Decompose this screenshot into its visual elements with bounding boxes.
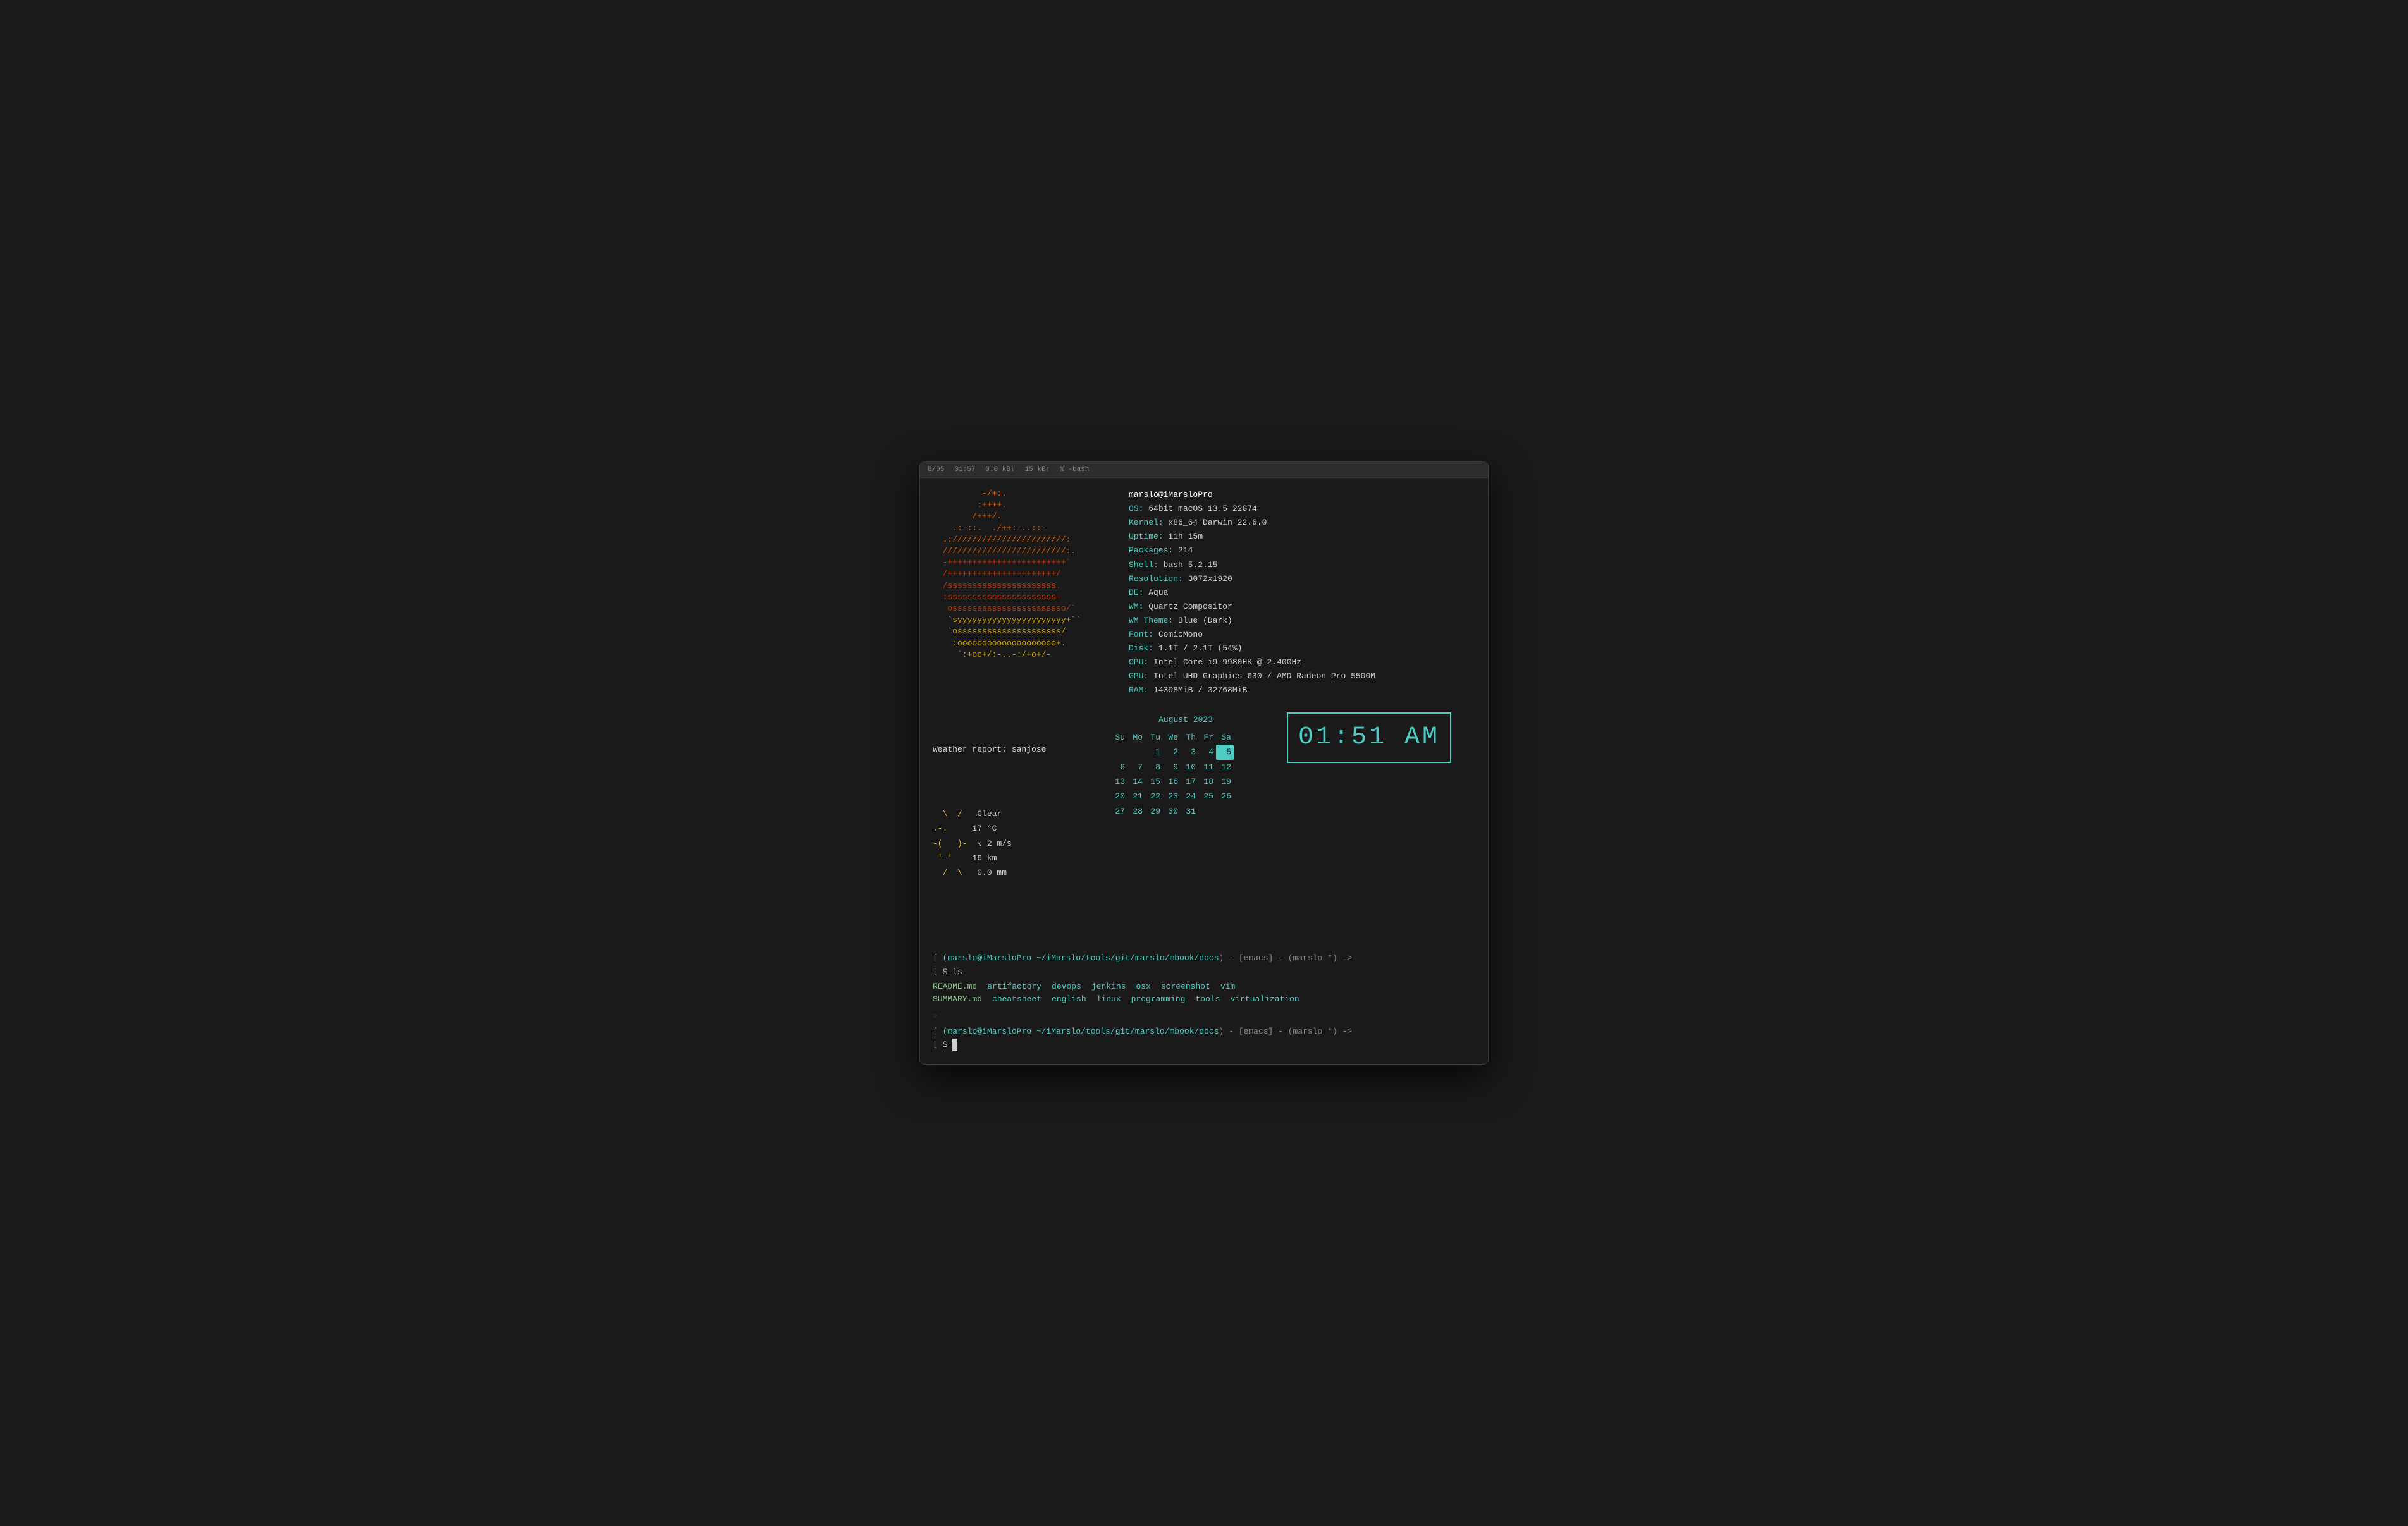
sysinfo: marslo@iMarsloPro OS: 64bit macOS 13.5 2… [1129,488,1375,697]
weather-calendar-section: Weather report: sanjose \ / Clear .-. 17… [933,712,1475,924]
info-resolution: Resolution: 3072x1920 [1129,572,1375,586]
terminal-content: -/+:. :++++. /+++/. .:-::. ./++:-..::- .… [920,478,1488,1064]
info-wm-theme: WM Theme: Blue (Dark) [1129,614,1375,628]
cursor [952,1039,957,1051]
weather-block: Weather report: sanjose \ / Clear .-. 17… [933,712,1110,924]
ls-output: README.md artifactory devops jenkins osx… [933,980,1475,1005]
title-time: 01:57 [954,466,975,473]
clock-block: 01:51 AM [1287,712,1451,763]
prompt-line-1: ⌈ (marslo@iMarsloPro ~/iMarslo/tools/git… [933,952,1475,965]
title-shell: % -bash [1060,466,1089,473]
title-date: 8/05 [928,466,944,473]
ls-row-2: SUMMARY.md cheatsheet english linux prog… [933,993,1475,1006]
title-bar: 8/05 01:57 0.0 kB↓ 15 kB↑ % -bash [920,462,1488,478]
info-wm: WM: Quartz Compositor [1129,600,1375,614]
calendar-days-header: Su Mo Tu We Th Fr Sa [1110,730,1262,745]
weather-rows: \ / Clear .-. 17 °C -( )- ↘ 2 m/s '-' 16… [933,791,1110,895]
info-gpu: GPU: Intel UHD Graphics 630 / AMD Radeon… [1129,669,1375,683]
terminal-window: 8/05 01:57 0.0 kB↓ 15 kB↑ % -bash -/+:. … [919,461,1489,1065]
clock-time: 01:51 [1298,723,1387,752]
cal-row-5: 27 28 29 30 31 [1110,804,1262,819]
clock-display: 01:51 AM [1287,712,1451,763]
separator-2: > [933,1010,1475,1023]
info-shell: Shell: bash 5.2.15 [1129,558,1375,572]
prompt-line-2: ⌈ (marslo@iMarsloPro ~/iMarslo/tools/git… [933,1025,1475,1038]
info-ram: RAM: 14398MiB / 32768MiB [1129,683,1375,697]
separator-1 [933,937,1475,950]
ascii-art: -/+:. :++++. /+++/. .:-::. ./++:-..::- .… [933,488,1110,697]
calendar-header: August 2023 [1110,712,1262,727]
prompt-block-1: ⌈ (marslo@iMarsloPro ~/iMarslo/tools/git… [933,952,1475,978]
cal-row-3: 13 14 15 16 17 18 19 [1110,774,1262,789]
info-disk: Disk: 1.1T / 2.1T (54%) [1129,642,1375,656]
cal-row-4: 20 21 22 23 24 25 26 [1110,789,1262,803]
weather-title: Weather report: sanjose [933,742,1110,757]
neofetch-section: -/+:. :++++. /+++/. .:-::. ./++:-..::- .… [933,488,1475,697]
calendar-block: August 2023 Su Mo Tu We Th Fr Sa 1 2 3 4 [1110,712,1262,819]
info-kernel: Kernel: x86_64 Darwin 22.6.0 [1129,516,1375,530]
title-bar-info: 8/05 01:57 0.0 kB↓ 15 kB↑ % -bash [928,466,1480,473]
cal-row-1: 1 2 3 4 5 [1110,745,1262,759]
clock-period: AM [1404,723,1440,752]
cal-row-2: 6 7 8 9 10 11 12 [1110,760,1262,774]
info-user: marslo@iMarsloPro [1129,488,1375,502]
info-cpu: CPU: Intel Core i9-9980HK @ 2.40GHz [1129,656,1375,669]
prompt-cmd-line-2: ⌊ $ [933,1039,1475,1051]
title-network: 0.0 kB↓ [985,466,1014,473]
info-uptime: Uptime: 11h 15m [1129,530,1375,544]
info-font: Font: ComicMono [1129,628,1375,642]
ls-row-1: README.md artifactory devops jenkins osx… [933,980,1475,993]
info-packages: Packages: 214 [1129,544,1375,558]
prompt-cmd-line-1: ⌊ $ ls [933,966,1475,979]
info-de: DE: Aqua [1129,586,1375,600]
info-os: OS: 64bit macOS 13.5 22G74 [1129,502,1375,516]
prompt-block-2: ⌈ (marslo@iMarsloPro ~/iMarslo/tools/git… [933,1025,1475,1051]
title-disk: 15 kB↑ [1025,466,1050,473]
